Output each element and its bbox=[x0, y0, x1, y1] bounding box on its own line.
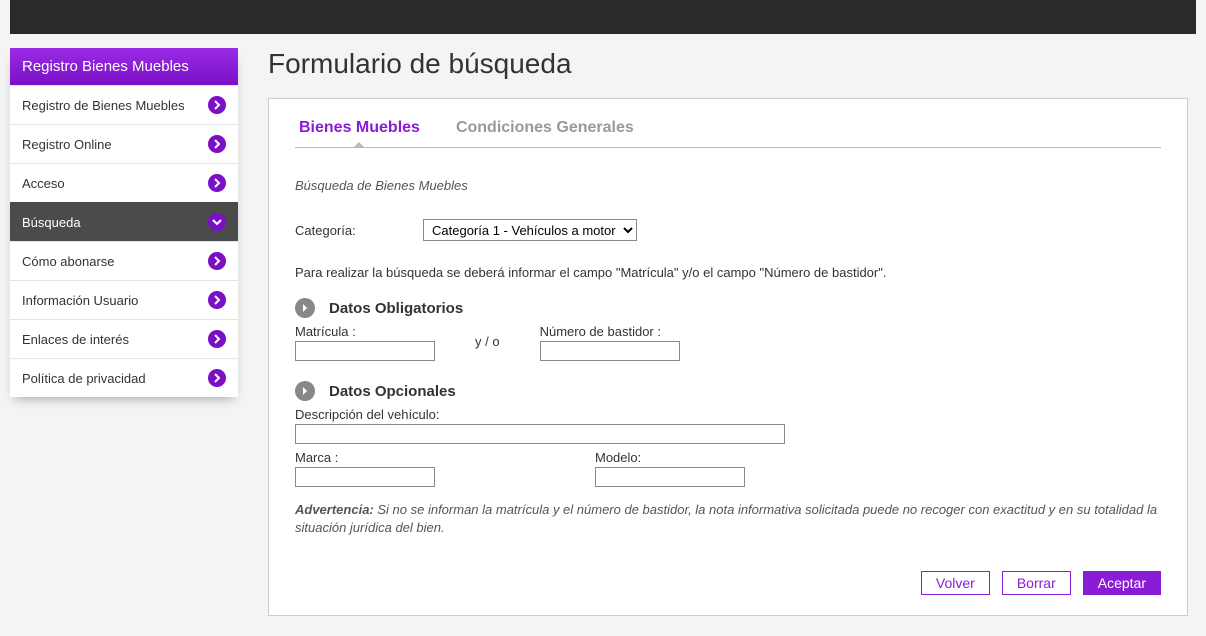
page-title: Formulario de búsqueda bbox=[268, 48, 1188, 80]
sidebar-item-acceso[interactable]: Acceso bbox=[10, 163, 238, 202]
chevron-right-icon bbox=[208, 96, 226, 114]
sidebar-item-label: Búsqueda bbox=[22, 215, 81, 230]
chevron-right-icon bbox=[208, 291, 226, 309]
clear-button[interactable]: Borrar bbox=[1002, 571, 1071, 595]
tab-bienes-muebles[interactable]: Bienes Muebles bbox=[295, 113, 424, 147]
sidebar: Registro Bienes Muebles Registro de Bien… bbox=[10, 48, 238, 397]
modelo-label: Modelo: bbox=[595, 450, 745, 465]
category-label: Categoría: bbox=[295, 223, 415, 238]
sidebar-item-registro-online[interactable]: Registro Online bbox=[10, 124, 238, 163]
sidebar-item-label: Cómo abonarse bbox=[22, 254, 115, 269]
chevron-down-icon bbox=[208, 213, 226, 231]
and-or-separator: y / o bbox=[475, 334, 500, 351]
sidebar-item-label: Enlaces de interés bbox=[22, 332, 129, 347]
category-select[interactable]: Categoría 1 - Vehículos a motor bbox=[423, 219, 637, 241]
marca-label: Marca : bbox=[295, 450, 435, 465]
bastidor-input[interactable] bbox=[540, 341, 680, 361]
mandatory-heading: Datos Obligatorios bbox=[329, 300, 463, 317]
modelo-input[interactable] bbox=[595, 467, 745, 487]
descripcion-input[interactable] bbox=[295, 424, 785, 444]
descripcion-label: Descripción del vehículo: bbox=[295, 407, 1161, 422]
sidebar-item-como-abonarse[interactable]: Cómo abonarse bbox=[10, 241, 238, 280]
marca-input[interactable] bbox=[295, 467, 435, 487]
matricula-input[interactable] bbox=[295, 341, 435, 361]
sidebar-item-enlaces-interes[interactable]: Enlaces de interés bbox=[10, 319, 238, 358]
sidebar-item-registro-bienes-muebles[interactable]: Registro de Bienes Muebles bbox=[10, 85, 238, 124]
sidebar-item-label: Registro de Bienes Muebles bbox=[22, 98, 185, 113]
sidebar-item-label: Política de privacidad bbox=[22, 371, 146, 386]
top-bar bbox=[10, 0, 1196, 34]
main-content: Formulario de búsqueda Bienes Muebles Co… bbox=[268, 48, 1188, 616]
sidebar-item-label: Registro Online bbox=[22, 137, 112, 152]
chevron-right-icon bbox=[208, 252, 226, 270]
back-button[interactable]: Volver bbox=[921, 571, 990, 595]
matricula-label: Matrícula : bbox=[295, 324, 435, 339]
chevron-right-icon bbox=[208, 135, 226, 153]
optional-heading: Datos Opcionales bbox=[329, 383, 456, 400]
chevron-right-icon bbox=[295, 381, 315, 401]
sidebar-header: Registro Bienes Muebles bbox=[10, 48, 238, 85]
warning-text: Advertencia: Si no se informan la matríc… bbox=[295, 501, 1161, 537]
chevron-right-icon bbox=[208, 369, 226, 387]
sidebar-item-label: Información Usuario bbox=[22, 293, 138, 308]
chevron-right-icon bbox=[208, 330, 226, 348]
sidebar-item-informacion-usuario[interactable]: Información Usuario bbox=[10, 280, 238, 319]
chevron-right-icon bbox=[295, 298, 315, 318]
chevron-right-icon bbox=[208, 174, 226, 192]
sidebar-item-label: Acceso bbox=[22, 176, 65, 191]
bastidor-label: Número de bastidor : bbox=[540, 324, 680, 339]
tab-condiciones-generales[interactable]: Condiciones Generales bbox=[452, 113, 638, 147]
sidebar-item-politica-privacidad[interactable]: Política de privacidad bbox=[10, 358, 238, 397]
submit-button[interactable]: Aceptar bbox=[1083, 571, 1161, 595]
section-subtitle: Búsqueda de Bienes Muebles bbox=[295, 178, 1161, 193]
search-instructions: Para realizar la búsqueda se deberá info… bbox=[295, 265, 1161, 280]
tab-bar: Bienes Muebles Condiciones Generales bbox=[295, 113, 1161, 148]
sidebar-item-busqueda[interactable]: Búsqueda bbox=[10, 202, 238, 241]
form-panel: Bienes Muebles Condiciones Generales Bús… bbox=[268, 98, 1188, 616]
